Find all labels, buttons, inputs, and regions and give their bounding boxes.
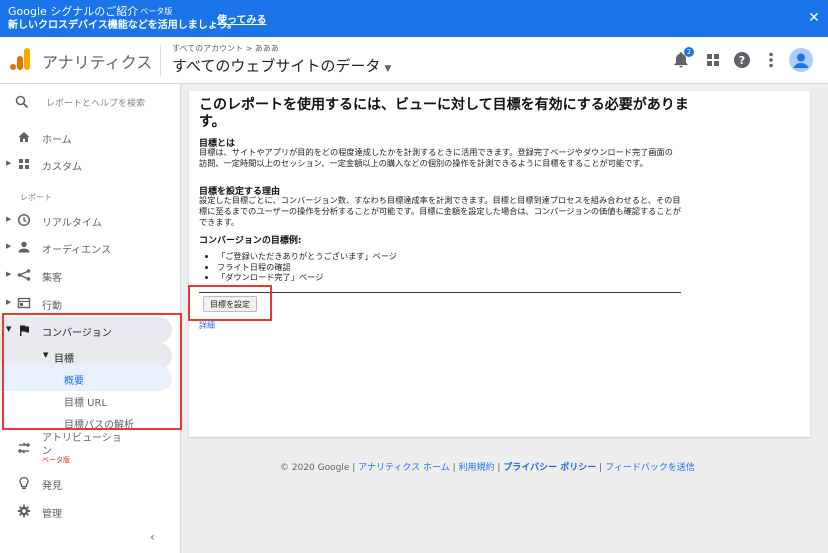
chevron-right-icon: ▶: [6, 159, 12, 167]
attribution-beta-tag: ベータ版: [42, 456, 70, 464]
notification-count-badge: 2: [684, 47, 694, 57]
clock-icon: [17, 213, 31, 227]
app-header: アナリティクス すべてのアカウント > あああ すべてのウェブサイトのデータ ▼ …: [0, 37, 828, 84]
banner-title: Google シグナルのご紹介 ベータ版: [8, 5, 173, 18]
try-it-link[interactable]: 使ってみる: [217, 11, 267, 26]
apps-grid-icon[interactable]: [703, 50, 723, 70]
chevron-right-icon: ▶: [6, 215, 12, 223]
chevron-right-icon: ▶: [6, 298, 12, 306]
section-body-why: 設定した目標ごとに、コンバージョン数、すなわち目標達成率を計測できます。目標と目…: [199, 195, 681, 227]
report-search[interactable]: レポートとヘルプを検索: [0, 84, 180, 120]
sidebar-item-acquisition[interactable]: ▶ 集客: [0, 262, 172, 288]
footer: © 2020 Google | アナリティクス ホーム | 利用規約 | プライ…: [280, 463, 695, 473]
breadcrumb[interactable]: すべてのアカウント > あああ: [172, 43, 279, 54]
app-name: アナリティクス: [42, 53, 153, 72]
footer-link-privacy[interactable]: プライバシー ポリシー: [503, 463, 596, 473]
grid-icon: [19, 159, 29, 169]
analytics-logo-icon: [10, 48, 30, 70]
set-goal-button[interactable]: 目標を設定: [203, 296, 257, 312]
goals-setup-card: このレポートを使用するには、ビューに対して目標を有効にする必要があります。 目標…: [189, 91, 810, 437]
details-link[interactable]: 詳細: [199, 320, 215, 331]
svg-text:?: ?: [739, 54, 745, 67]
sidebar-item-admin[interactable]: 管理: [0, 498, 172, 524]
collapse-sidebar-chevron-icon[interactable]: ‹: [150, 530, 155, 544]
signals-banner: Google シグナルのご紹介 ベータ版 新しいクロスデバイス機能などを活用しまし…: [0, 0, 828, 37]
chevron-right-icon: ▶: [6, 242, 12, 250]
more-vert-icon[interactable]: [761, 50, 781, 70]
acquisition-icon: [17, 269, 31, 281]
lightbulb-icon: [19, 476, 29, 489]
list-item: フライト日程の確認: [217, 262, 397, 273]
person-icon: [18, 241, 30, 253]
attribution-icon: [18, 442, 30, 454]
examples-list: 「ご登録いただきありがとうございます」ページ フライト日程の確認 「ダウンロード…: [217, 251, 397, 283]
list-item: 「ご登録いただきありがとうございます」ページ: [217, 251, 397, 262]
sidebar-item-attribution[interactable]: アトリビューショ ン: [0, 429, 172, 461]
flag-icon: [20, 324, 29, 336]
header-divider: [160, 45, 161, 77]
avatar[interactable]: [789, 48, 813, 72]
copyright: © 2020 Google: [280, 463, 350, 473]
sidebar-section-reports: レポート: [20, 193, 52, 202]
section-title-examples: コンバージョンの目標例:: [199, 236, 302, 246]
gear-icon: [17, 504, 31, 518]
chevron-down-icon: ▼: [43, 351, 49, 359]
chevron-down-icon: ▼: [6, 325, 12, 333]
list-item: 「ダウンロード完了」ページ: [217, 272, 397, 283]
sidebar-item-audience[interactable]: ▶ オーディエンス: [0, 234, 172, 260]
banner-subtitle: 新しいクロスデバイス機能などを活用しましょう。: [8, 20, 238, 31]
chevron-down-icon: ▼: [384, 64, 392, 74]
sidebar-item-discover[interactable]: 発見: [0, 470, 172, 496]
footer-link-analytics-home[interactable]: アナリティクス ホーム: [358, 463, 450, 473]
sidebar-item-conversion[interactable]: ▼ コンバージョン: [0, 317, 172, 343]
sidebar-item-custom[interactable]: ▶ カスタム: [0, 151, 172, 177]
property-selector[interactable]: すべてのウェブサイトのデータ ▼: [172, 55, 391, 76]
page-title: このレポートを使用するには、ビューに対して目標を有効にする必要があります。: [199, 97, 689, 130]
section-body-what: 目標は、サイトやアプリが目的をどの程度達成したかを計測するときに活用できます。登…: [199, 147, 673, 168]
search-placeholder: レポートとヘルプを検索: [46, 99, 146, 109]
sidebar-item-home[interactable]: ホーム: [0, 124, 172, 150]
behavior-icon: [17, 297, 31, 309]
divider: [199, 292, 681, 293]
sidebar-item-behavior[interactable]: ▶ 行動: [0, 290, 172, 316]
sidebar: レポートとヘルプを検索 ホーム ▶ カスタム レポート ▶ リアルタイム ▶ オ…: [0, 84, 181, 553]
footer-link-feedback[interactable]: フィードバックを送信: [605, 463, 695, 473]
sidebar-item-realtime[interactable]: ▶ リアルタイム: [0, 207, 172, 233]
search-icon: [15, 95, 29, 109]
home-icon: [18, 132, 30, 142]
help-icon[interactable]: ?: [732, 50, 752, 70]
chevron-right-icon: ▶: [6, 270, 12, 278]
banner-beta-tag: ベータ版: [140, 7, 173, 16]
close-icon[interactable]: ✕: [806, 10, 822, 26]
footer-link-terms[interactable]: 利用規約: [459, 463, 495, 473]
